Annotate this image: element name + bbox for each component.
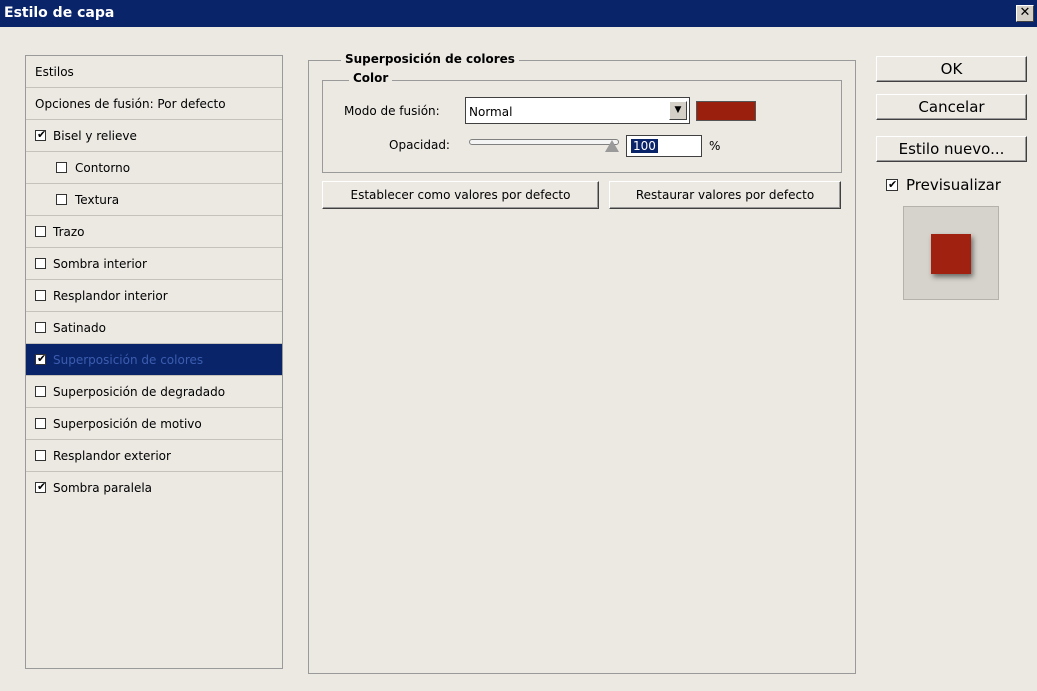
sidebar-item-label: Resplandor exterior [53,449,171,463]
sidebar-item-contour[interactable]: Contorno [26,152,282,184]
inner-glow-checkbox[interactable] [35,290,46,301]
reset-default-button[interactable]: Restaurar valores por defecto [609,181,841,209]
set-default-button[interactable]: Establecer como valores por defecto [322,181,599,209]
checkmark-icon: ✔ [37,480,47,493]
blend-mode-select[interactable]: Normal ▼ [465,97,690,124]
gradient-overlay-checkbox[interactable] [35,386,46,397]
sidebar-item-label: Superposición de colores [53,353,204,367]
color-overlay-checkbox[interactable]: ✔ [35,352,47,365]
checkmark-icon: ✔ [888,178,898,191]
sidebar-item-label: Sombra paralela [53,481,153,495]
sidebar-item-stroke[interactable]: Trazo [26,216,282,248]
new-style-button[interactable]: Estilo nuevo... [876,136,1027,162]
opacity-label: Opacidad: [389,138,450,152]
cancel-button[interactable]: Cancelar [876,94,1027,120]
sidebar-item-inner-glow[interactable]: Resplandor interior [26,280,282,312]
bevel-emboss-checkbox[interactable]: ✔ [35,128,47,141]
sidebar-item-pattern-overlay[interactable]: Superposición de motivo [26,408,282,440]
preview-checkbox[interactable]: ✔ [886,178,898,191]
sidebar-item-outer-glow[interactable]: Resplandor exterior [26,440,282,472]
percent-unit: % [709,139,721,153]
preview-thumbnail [903,206,999,300]
color-swatch[interactable] [696,101,756,121]
sidebar-item-label: Trazo [53,225,85,239]
sidebar-item-label: Sombra interior [53,257,147,271]
close-button[interactable]: ✕ [1016,5,1034,22]
sidebar-item-drop-shadow[interactable]: ✔ Sombra paralela [26,472,282,504]
drop-shadow-checkbox[interactable]: ✔ [35,480,47,493]
texture-checkbox[interactable] [56,194,67,205]
sidebar-item-label: Satinado [53,321,106,335]
preview-swatch [931,234,971,274]
opacity-value: 100 [631,139,658,153]
contour-checkbox[interactable] [56,162,67,173]
sidebar-item-blending-options[interactable]: Opciones de fusión: Por defecto [26,88,282,120]
stroke-checkbox[interactable] [35,226,46,237]
sidebar-item-label: Opciones de fusión: Por defecto [35,97,226,111]
sidebar-item-gradient-overlay[interactable]: Superposición de degradado [26,376,282,408]
sidebar-item-color-overlay[interactable]: ✔ Superposición de colores [26,344,282,376]
pattern-overlay-checkbox[interactable] [35,418,46,429]
outer-glow-checkbox[interactable] [35,450,46,461]
color-group-title: Color [349,71,393,85]
color-group [322,80,842,173]
sidebar-item-label: Resplandor interior [53,289,168,303]
satin-checkbox[interactable] [35,322,46,333]
sidebar-item-inner-shadow[interactable]: Sombra interior [26,248,282,280]
sidebar-item-label: Bisel y relieve [53,129,137,143]
styles-header[interactable]: Estilos [26,56,282,88]
slider-thumb-icon[interactable] [605,140,619,152]
sidebar-item-label: Superposición de degradado [53,385,226,399]
sidebar-item-satin[interactable]: Satinado [26,312,282,344]
checkmark-icon: ✔ [37,128,47,141]
checkmark-icon: ✔ [37,352,47,365]
sidebar-item-texture[interactable]: Textura [26,184,282,216]
title-bar: Estilo de capa ✕ [0,0,1037,27]
sidebar-item-label: Textura [75,193,120,207]
chevron-down-icon[interactable]: ▼ [669,101,687,120]
ok-button[interactable]: OK [876,56,1027,82]
sidebar-item-label: Contorno [75,161,131,175]
sidebar-item-label: Superposición de motivo [53,417,202,431]
close-icon: ✕ [1019,5,1031,20]
inner-shadow-checkbox[interactable] [35,258,46,269]
window-title: Estilo de capa [4,5,115,21]
opacity-input[interactable]: 100 [626,135,702,157]
styles-header-label: Estilos [35,65,74,79]
preview-label: Previsualizar [906,176,1001,194]
blend-mode-value: Normal [469,105,513,119]
styles-list: Estilos Opciones de fusión: Por defecto … [25,55,283,669]
panel-title: Superposición de colores [341,52,519,66]
opacity-slider[interactable] [469,139,619,145]
sidebar-item-bevel-emboss[interactable]: ✔ Bisel y relieve [26,120,282,152]
blend-mode-label: Modo de fusión: [344,104,440,118]
